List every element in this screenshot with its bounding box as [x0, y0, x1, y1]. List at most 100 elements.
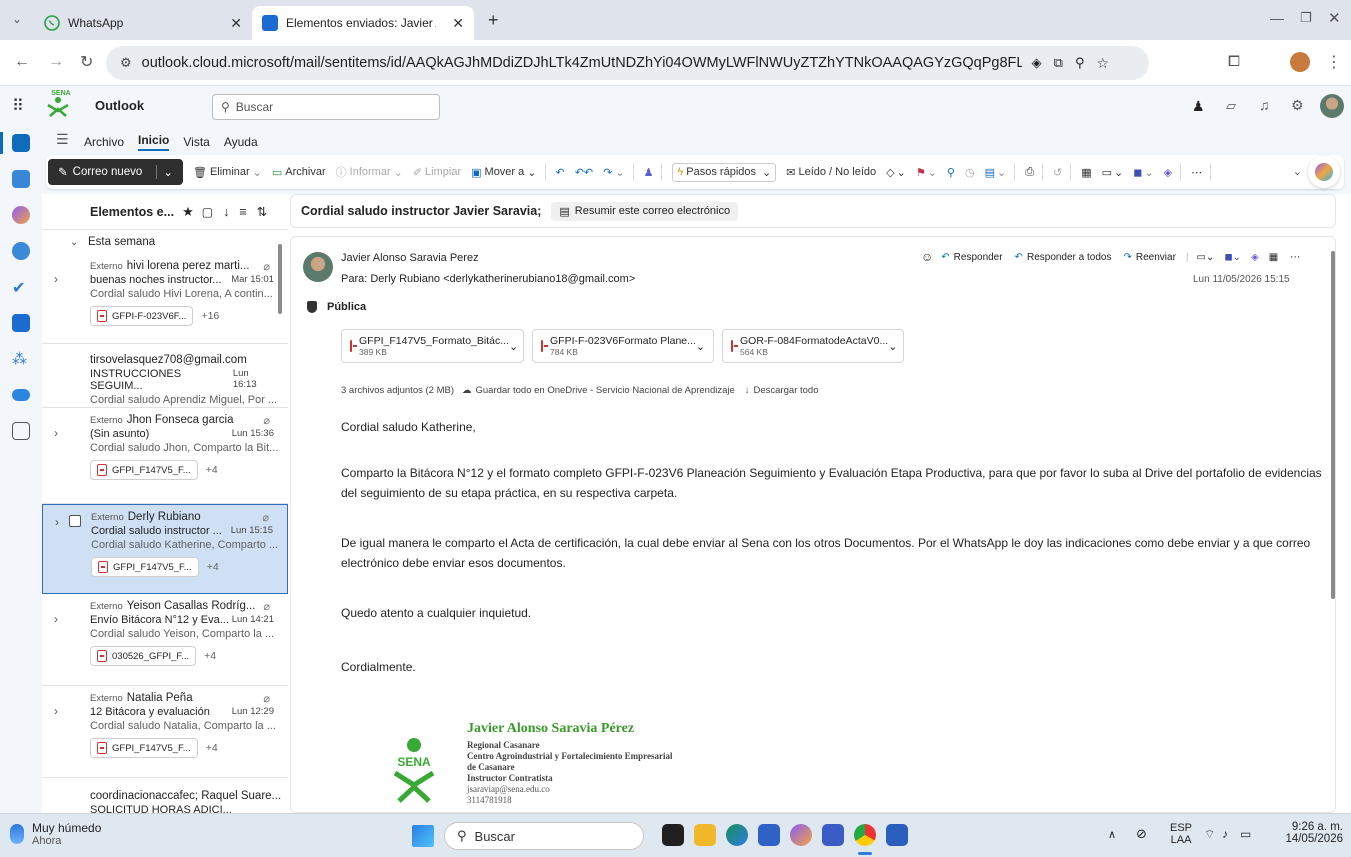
zoom-icon[interactable]: ⚲: [1075, 55, 1085, 71]
back-icon[interactable]: ←: [14, 53, 30, 71]
list-scrollbar[interactable]: [278, 244, 282, 314]
browser-menu-icon[interactable]: ⋮: [1326, 52, 1342, 72]
tab-list-chevron-icon[interactable]: ⌄: [12, 12, 22, 26]
attachment-chip[interactable]: GFPI-F-023V6F...: [90, 306, 194, 326]
calendar-icon[interactable]: [12, 170, 30, 188]
window-close-icon[interactable]: ✕: [1328, 9, 1341, 27]
taskbar-search[interactable]: ⚲ Buscar: [444, 822, 644, 850]
sort-icon[interactable]: ⇅: [257, 204, 267, 219]
install-app-icon[interactable]: ⧉: [1054, 55, 1063, 71]
todo-check-icon[interactable]: ✔: [12, 278, 30, 297]
clock[interactable]: 9:26 a. m. 14/05/2026: [1277, 821, 1343, 845]
bookmark-star-icon[interactable]: ☆: [1096, 55, 1109, 72]
file-explorer-icon[interactable]: [694, 824, 716, 846]
sender-avatar[interactable]: [303, 252, 333, 282]
addin-button[interactable]: ▭ ⌄: [1102, 166, 1124, 179]
sweep-button[interactable]: ✐ Limpiar: [413, 166, 461, 179]
weather-widget[interactable]: Muy húmedo Ahora: [10, 821, 101, 847]
url-field[interactable]: ⚙ outlook.cloud.microsoft/mail/sentitems…: [106, 46, 1149, 80]
word-icon[interactable]: [886, 824, 908, 846]
feedback-icon[interactable]: ▱: [1226, 98, 1236, 114]
select-mode-icon[interactable]: ▢: [202, 205, 213, 219]
search-input[interactable]: ⚲ Buscar: [212, 94, 440, 120]
addin-icon[interactable]: ▭⌄: [1197, 252, 1215, 263]
flag-button[interactable]: ⚑ ⌄: [916, 166, 937, 179]
forward-icon[interactable]: →: [48, 53, 64, 71]
filter-icon[interactable]: ≡: [239, 205, 246, 219]
reply-link[interactable]: Responder: [954, 252, 1003, 263]
org-icon[interactable]: ⁂: [12, 350, 30, 368]
onenote-icon[interactable]: [12, 314, 30, 332]
read-unread-button[interactable]: ✉ Leído / No leído: [786, 166, 876, 179]
mail-icon[interactable]: [12, 134, 30, 152]
more-actions-icon[interactable]: ⋯: [1290, 252, 1300, 263]
reply-all-button[interactable]: ↶↶: [575, 166, 593, 179]
attachment-menu-icon[interactable]: ⌄: [888, 340, 897, 353]
more-options-button[interactable]: ⋯: [1191, 166, 1202, 179]
extension-icon[interactable]: ◈: [1032, 55, 1042, 71]
teams-icon[interactable]: ♟: [1192, 98, 1205, 115]
wifi-icon[interactable]: ⌔: [1204, 827, 1215, 842]
apps-grid-icon[interactable]: ▦: [1269, 252, 1278, 263]
snooze-button[interactable]: ◷: [965, 166, 975, 179]
teams-share-button[interactable]: ♟: [644, 166, 654, 179]
attachment-chip[interactable]: GFPI_F147V5_F...: [90, 738, 198, 758]
list-item[interactable]: › ⌀ Externo Yeison Casallas Rodríg... Env…: [42, 594, 288, 686]
expand-thread-icon[interactable]: ›: [54, 272, 58, 286]
edge-icon[interactable]: [726, 824, 748, 846]
app-launcher-icon[interactable]: ⠿: [12, 96, 24, 116]
quick-steps-button[interactable]: ϟ Pasos rápidos ⌄: [672, 162, 777, 182]
pdf-icon[interactable]: ◼⌄: [1224, 252, 1241, 263]
more-apps-icon[interactable]: [12, 422, 30, 440]
reading-scrollbar[interactable]: [1331, 251, 1335, 599]
attachment-chip[interactable]: GFPI_F147V5_F...: [90, 460, 198, 480]
copilot-icon[interactable]: [12, 206, 30, 224]
reply-all-link[interactable]: Responder a todos: [1027, 252, 1112, 263]
user-avatar[interactable]: [1320, 94, 1344, 118]
hamburger-menu-icon[interactable]: ☰: [56, 131, 69, 148]
signature-email[interactable]: jsaraviap@sena.edu.co: [467, 784, 550, 794]
tab-vista[interactable]: Vista: [183, 135, 209, 149]
save-onedrive-link[interactable]: Guardar todo en OneDrive - Servicio Naci…: [476, 385, 735, 396]
tag-button[interactable]: ◇ ⌄: [886, 166, 906, 179]
favorite-star-icon[interactable]: ★: [182, 204, 194, 220]
volume-icon[interactable]: ♪: [1222, 827, 1228, 841]
attachment-menu-icon[interactable]: ⌄: [696, 340, 705, 353]
expand-thread-icon[interactable]: ›: [55, 515, 59, 529]
forward-link[interactable]: Reenviar: [1136, 252, 1176, 263]
forward-button[interactable]: ↷ ⌄: [603, 166, 624, 179]
ribbon-collapse-icon[interactable]: ⌄: [1293, 165, 1302, 178]
list-item[interactable]: tirsovelasquez708@gmail.com INSTRUCCIONE…: [42, 344, 288, 408]
loop-button[interactable]: ◈: [1164, 166, 1172, 179]
tab-outlook[interactable]: Elementos enviados: Javier Alon ✕: [252, 6, 474, 40]
tab-archivo[interactable]: Archivo: [84, 135, 124, 149]
tab-close-icon[interactable]: ✕: [230, 15, 242, 32]
undo-button[interactable]: ↺: [1053, 166, 1062, 179]
photos-icon[interactable]: [822, 824, 844, 846]
group-header[interactable]: ⌄ Esta semana: [42, 230, 288, 254]
tab-inicio[interactable]: Inicio: [138, 133, 170, 151]
reply-button[interactable]: ↶: [556, 166, 565, 179]
download-all-link[interactable]: Descargar todo: [754, 385, 819, 396]
new-mail-button[interactable]: ✎ Correo nuevo ⌄: [48, 159, 183, 185]
reload-icon[interactable]: ↻: [80, 52, 93, 72]
loop-icon[interactable]: ◈: [1251, 252, 1259, 263]
print-button[interactable]: ⎙: [1025, 166, 1034, 179]
notifications-off-icon[interactable]: ⊘: [1136, 826, 1147, 842]
site-settings-icon[interactable]: ⚙: [120, 55, 132, 71]
attachment-card[interactable]: GFPI-F-023V6Formato Plane... 784 KB ⌄: [532, 329, 714, 363]
select-checkbox[interactable]: [69, 515, 81, 527]
tab-whatsapp[interactable]: WhatsApp ✕: [34, 6, 252, 40]
tray-overflow-icon[interactable]: ∧: [1108, 828, 1116, 841]
sena-logo[interactable]: SENA: [46, 90, 76, 117]
move-to-button[interactable]: ▣ Mover a ⌄: [471, 166, 536, 179]
list-item-selected[interactable]: › ⌀ Externo Derly Rubiano Cordial saludo …: [42, 504, 288, 594]
summarize-button[interactable]: ▤ Resumir este correo electrónico: [551, 201, 739, 221]
restore-icon[interactable]: ❐: [1300, 10, 1312, 26]
onedrive-icon[interactable]: [12, 389, 30, 401]
sensitivity-label[interactable]: Pública: [307, 301, 366, 313]
archive-button[interactable]: ▭ Archivar: [272, 166, 326, 179]
sender-name[interactable]: Javier Alonso Saravia Perez: [341, 252, 479, 264]
list-item[interactable]: › ⌀ Externo Natalia Peña 12 Bitácora y ev…: [42, 686, 288, 778]
rules-button[interactable]: ▤ ⌄: [985, 166, 1007, 179]
